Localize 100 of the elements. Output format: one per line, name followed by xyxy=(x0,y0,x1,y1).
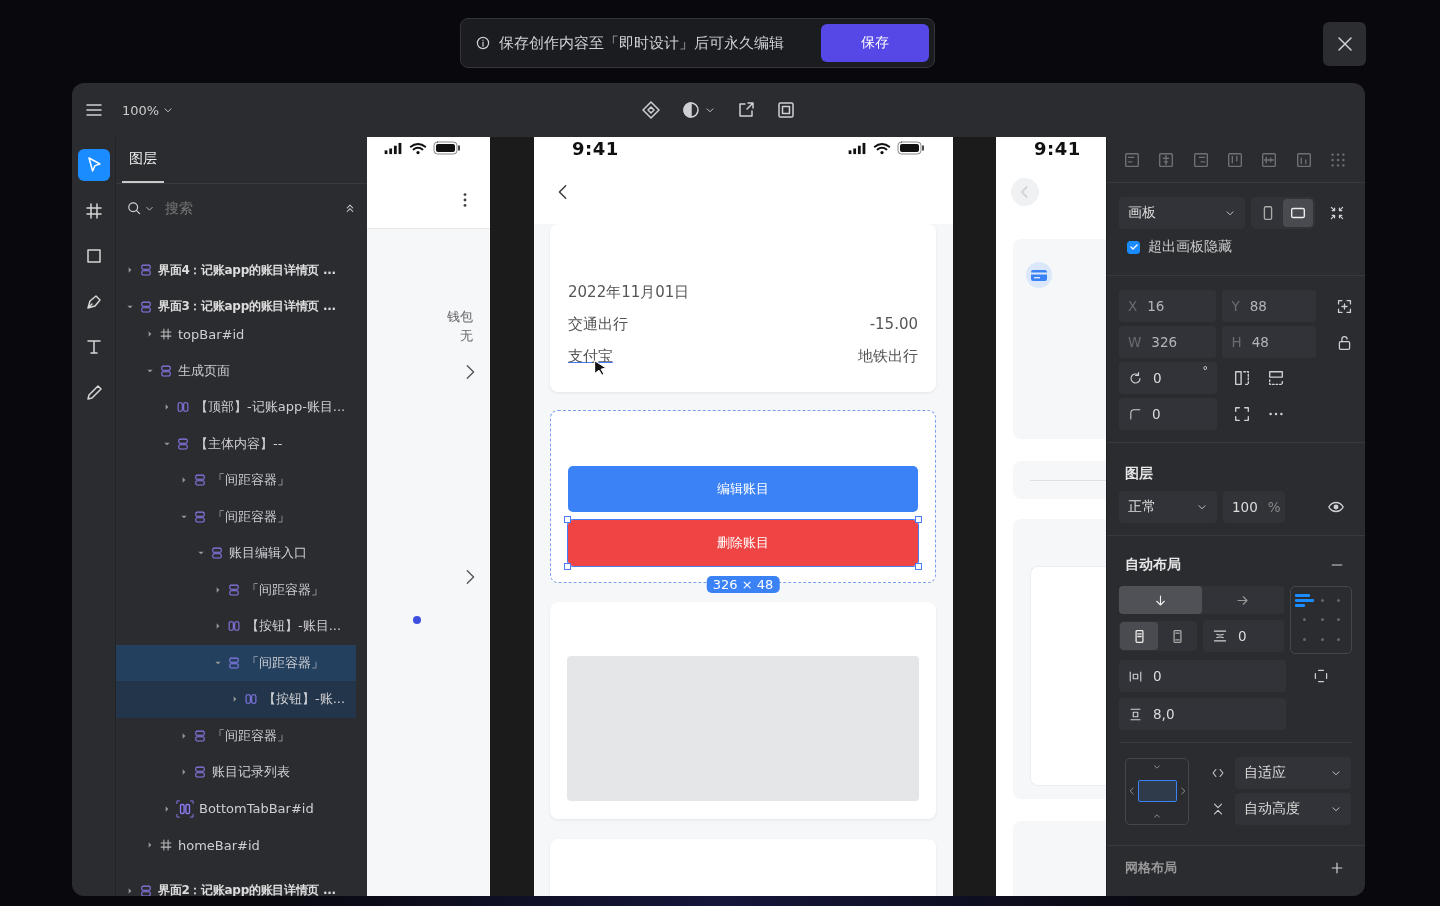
checkbox[interactable] xyxy=(1127,240,1140,254)
search-field[interactable]: 搜索 xyxy=(163,199,341,217)
layer-item[interactable]: 【按钮】-账目... xyxy=(116,608,356,645)
info-icon xyxy=(475,35,491,51)
constraint-box[interactable] xyxy=(1137,780,1177,802)
layer-item[interactable]: BottomTabBar#id xyxy=(116,790,356,827)
caret-right-icon[interactable] xyxy=(180,731,188,740)
caret-right-icon[interactable] xyxy=(214,585,222,594)
align-left-icon[interactable] xyxy=(1123,150,1141,169)
stack-icon xyxy=(139,263,153,278)
layer-item[interactable]: 「间距容器」 xyxy=(116,498,356,535)
columns-icon xyxy=(176,400,190,415)
spacing-field[interactable]: 0 xyxy=(1203,620,1284,652)
layer-item[interactable]: 【主体内容】-- xyxy=(116,425,356,462)
layer-item[interactable]: 界面4：记账app的账目详情页 ... xyxy=(116,243,367,280)
align-right-icon[interactable] xyxy=(1191,150,1210,169)
horizontal-padding-field[interactable]: 0 xyxy=(1119,660,1286,692)
opacity-field[interactable]: 100 % xyxy=(1223,491,1285,523)
frame-icon xyxy=(159,327,173,342)
component-icon[interactable] xyxy=(641,100,661,120)
position-field[interactable]: W 326 xyxy=(1119,326,1217,358)
frame-fit-icon[interactable] xyxy=(776,100,796,120)
stack-icon xyxy=(193,509,207,524)
align-bottom-icon[interactable] xyxy=(1294,150,1313,169)
caret-right-icon[interactable] xyxy=(214,622,222,631)
edit-button[interactable]: 编辑账目 xyxy=(568,466,918,512)
check-icon xyxy=(1128,242,1139,252)
layers-tab[interactable]: 图层 xyxy=(122,137,164,183)
zoom-dropdown[interactable]: 100% xyxy=(122,102,175,118)
record-date: 2022年11月01日 xyxy=(568,282,690,302)
frame-icon xyxy=(159,838,173,853)
layer-item[interactable]: homeBar#id xyxy=(116,827,356,864)
width-resize-icon xyxy=(1211,766,1225,780)
stack-icon xyxy=(159,363,173,378)
caret-right-icon[interactable] xyxy=(146,330,154,339)
position-field[interactable]: Y 88 xyxy=(1222,290,1316,322)
rotation-field[interactable]: 0 ° xyxy=(1119,362,1217,394)
position-field[interactable]: X 16 xyxy=(1119,290,1217,322)
layer-item[interactable]: 账目编辑入口 xyxy=(116,535,356,572)
caret-right-icon[interactable] xyxy=(126,266,134,275)
position-field[interactable]: H 48 xyxy=(1222,326,1316,358)
vertical-padding-field[interactable]: 8,0 xyxy=(1119,698,1286,730)
add-icon[interactable] xyxy=(1329,860,1345,876)
clip-checkbox[interactable]: 超出画板隐藏 xyxy=(1119,229,1353,265)
radius-field[interactable]: 0 xyxy=(1119,398,1217,430)
flip-horizontal-icon[interactable] xyxy=(1233,369,1251,387)
caret-right-icon[interactable] xyxy=(163,403,171,412)
caret-right-icon[interactable] xyxy=(146,841,154,850)
corners-icon[interactable] xyxy=(1233,405,1251,423)
save-button[interactable]: 保存 xyxy=(821,24,929,62)
padding-toggle-icon[interactable] xyxy=(1313,668,1329,684)
signal-icon xyxy=(383,141,403,155)
size-label: 326 × 48 xyxy=(706,576,780,593)
collapse-icon[interactable] xyxy=(1329,205,1345,221)
caret-right-icon[interactable] xyxy=(126,886,134,895)
layer-item[interactable]: 界面2：记账app的账目详情页 ... xyxy=(116,863,367,896)
align-top-icon[interactable] xyxy=(1226,150,1244,169)
tool-button[interactable] xyxy=(77,149,110,181)
stack-icon xyxy=(210,546,224,561)
blend-mode-dropdown[interactable]: 正常 xyxy=(1119,491,1217,523)
section-title: 图层 xyxy=(1124,464,1154,483)
resize-handle[interactable] xyxy=(564,516,571,523)
resize-handle[interactable] xyxy=(915,516,922,523)
layer-item[interactable]: 【顶部】-记账app-账目... xyxy=(116,389,356,426)
height-mode-dropdown[interactable]: 自动高度 xyxy=(1235,793,1351,825)
alignment-grid[interactable] xyxy=(1290,586,1352,654)
status-time: 9:41 xyxy=(1034,137,1081,159)
layer-item[interactable]: topBar#id xyxy=(116,316,356,353)
layer-item[interactable]: 「间距容器」 xyxy=(116,571,356,608)
align-middle-icon[interactable] xyxy=(1260,150,1279,169)
frame-type-dropdown[interactable]: 画板 xyxy=(1119,197,1245,229)
caret-right-icon[interactable] xyxy=(180,476,188,485)
layer-item[interactable]: 「间距容器」 xyxy=(116,644,356,681)
layer-item[interactable]: 「间距容器」 xyxy=(116,717,356,754)
layout-mode-toggle[interactable] xyxy=(1120,622,1158,650)
position-icon[interactable] xyxy=(1336,297,1353,315)
layer-item[interactable]: 【按钮】-账... xyxy=(116,681,356,718)
resize-handle[interactable] xyxy=(915,563,922,570)
layer-item[interactable]: 生成页面 xyxy=(116,352,356,389)
layer-item[interactable]: 账目记录列表 xyxy=(116,754,356,791)
flip-vertical-icon[interactable] xyxy=(1267,369,1285,387)
constraints-widget[interactable] xyxy=(1125,757,1189,825)
stack-icon xyxy=(193,765,207,780)
resize-handle[interactable] xyxy=(564,563,571,570)
export-icon[interactable] xyxy=(736,100,756,120)
caret-right-icon[interactable] xyxy=(231,695,239,704)
close-button[interactable] xyxy=(1323,22,1366,66)
contrast-icon[interactable] xyxy=(681,100,701,120)
align-center-icon[interactable] xyxy=(1157,150,1176,169)
caret-right-icon[interactable] xyxy=(180,768,188,777)
distribute-icon[interactable] xyxy=(1328,150,1347,169)
padding-horizontal-icon xyxy=(1128,668,1143,684)
width-mode-dropdown[interactable]: 自适应 xyxy=(1235,757,1351,789)
layer-item[interactable]: 界面3：记账app的账目详情页 ... xyxy=(116,279,367,316)
lock-open-icon[interactable] xyxy=(1336,333,1353,351)
orientation-toggle[interactable] xyxy=(1283,199,1313,227)
caret-right-icon[interactable] xyxy=(163,804,171,813)
direction-toggle[interactable] xyxy=(1119,586,1202,614)
layer-item[interactable]: 「间距容器」 xyxy=(116,462,356,499)
search-icon[interactable] xyxy=(126,200,142,216)
